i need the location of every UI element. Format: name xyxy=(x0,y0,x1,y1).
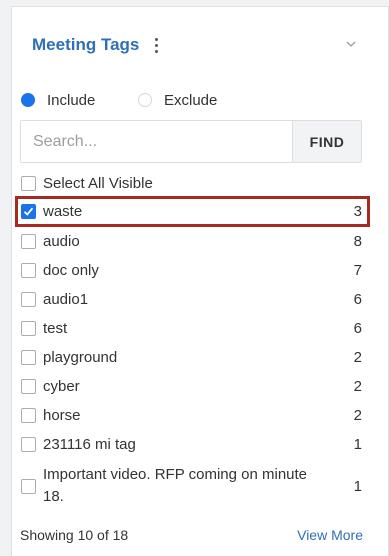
tag-search: FIND xyxy=(20,120,362,163)
include-radio-dot[interactable] xyxy=(21,93,35,107)
tag-row[interactable]: 231116 mi tag 1 xyxy=(15,430,370,459)
tag-name: 231116 mi tag xyxy=(43,436,136,453)
tag-row[interactable]: doc only 7 xyxy=(15,256,370,285)
tag-count: 2 xyxy=(353,378,362,395)
tag-count: 6 xyxy=(353,291,362,308)
tag-count: 7 xyxy=(353,262,362,279)
showing-count: Showing 10 of 18 xyxy=(20,527,129,543)
panel-footer: Showing 10 of 18 View More xyxy=(20,524,363,546)
tag-name: waste xyxy=(43,203,83,220)
tag-row[interactable]: waste 3 xyxy=(15,196,370,227)
tag-count: 3 xyxy=(353,203,362,220)
view-more-link[interactable]: View More xyxy=(297,527,363,543)
tag-checkbox[interactable] xyxy=(21,478,36,494)
tag-row[interactable]: horse 2 xyxy=(15,401,370,430)
tag-count: 2 xyxy=(353,407,362,424)
tag-count: 6 xyxy=(353,320,362,337)
tag-checkbox[interactable] xyxy=(21,321,36,336)
tag-checkbox[interactable] xyxy=(21,234,36,249)
panel-title: Meeting Tags xyxy=(32,35,140,54)
tag-checkbox[interactable] xyxy=(21,263,36,278)
tag-name: Important video. RFP coming on minute 18… xyxy=(43,466,308,505)
tag-row[interactable]: cyber 2 xyxy=(15,372,370,401)
panel-header: Meeting Tags xyxy=(32,35,388,59)
tag-checkbox[interactable] xyxy=(21,408,36,423)
exclude-label: Exclude xyxy=(164,91,218,109)
tag-name: audio xyxy=(43,233,80,250)
tag-name: audio1 xyxy=(43,291,89,308)
exclude-radio[interactable]: Exclude xyxy=(138,90,217,110)
select-all-checkbox[interactable] xyxy=(21,175,36,191)
search-input[interactable] xyxy=(21,121,292,162)
tag-checkbox[interactable] xyxy=(21,350,36,365)
checkmark-icon xyxy=(23,207,34,216)
tag-row[interactable]: audio1 6 xyxy=(15,285,370,314)
tag-checkbox[interactable] xyxy=(21,292,36,307)
tag-name: cyber xyxy=(43,378,80,395)
exclude-radio-dot[interactable] xyxy=(138,93,152,107)
tag-list: waste 3 audio 8 doc only 7 audio1 6 test 6 playgro… xyxy=(15,196,370,513)
tag-row[interactable]: playground 2 xyxy=(15,343,370,372)
tag-row[interactable]: Important video. RFP coming on minute 18… xyxy=(15,459,370,513)
find-button[interactable]: FIND xyxy=(292,121,361,162)
tag-name: doc only xyxy=(43,262,99,279)
tag-count: 8 xyxy=(353,233,362,250)
tag-name: test xyxy=(43,320,68,337)
tag-count: 1 xyxy=(353,477,362,495)
tag-checkbox[interactable] xyxy=(21,204,36,219)
select-all-visible[interactable]: Select All Visible xyxy=(21,173,153,193)
tag-name: horse xyxy=(43,407,81,424)
include-label: Include xyxy=(47,91,96,109)
select-all-label: Select All Visible xyxy=(43,174,153,192)
tag-row[interactable]: audio 8 xyxy=(15,227,370,256)
tag-checkbox[interactable] xyxy=(21,437,36,452)
chevron-down-icon[interactable] xyxy=(344,37,358,51)
tag-count: 1 xyxy=(353,436,362,453)
tag-checkbox[interactable] xyxy=(21,379,36,394)
tag-row[interactable]: test 6 xyxy=(15,314,370,343)
tag-count: 2 xyxy=(353,349,362,366)
vertical-ellipsis-icon[interactable] xyxy=(152,35,160,57)
include-radio[interactable]: Include xyxy=(21,90,95,110)
tag-name: playground xyxy=(43,349,118,366)
